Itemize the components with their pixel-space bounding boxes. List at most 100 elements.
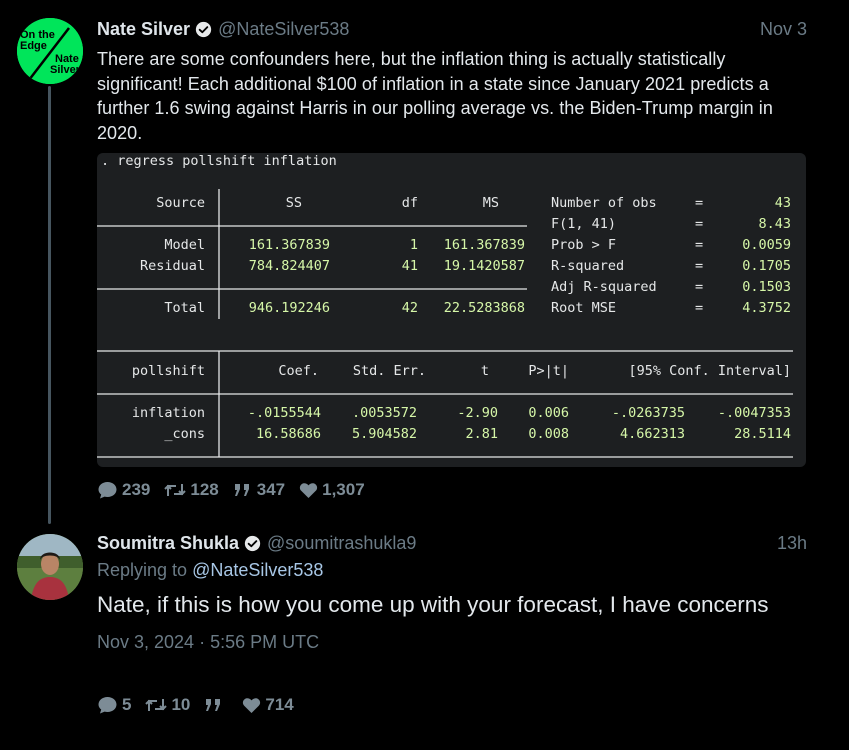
like-button[interactable]: 714 xyxy=(242,695,294,715)
quote-icon xyxy=(206,699,221,711)
coef-p-inflation: 0.006 xyxy=(528,405,569,421)
regression-output: . regress pollshift inflation Source SS … xyxy=(97,153,793,458)
avatar-photo xyxy=(17,534,83,600)
retweet-button[interactable]: 10 xyxy=(145,695,190,715)
tweet-nate-silver[interactable]: Nate Silver @NateSilver538 Nov 3 There a… xyxy=(97,18,807,467)
stat-value-f: 8.43 xyxy=(758,216,791,232)
coef-value-inflation: -.0155544 xyxy=(248,405,321,421)
heart-icon xyxy=(243,697,261,713)
reply-button[interactable]: 239 xyxy=(97,480,150,500)
coef-t-inflation: -2.90 xyxy=(457,405,498,421)
verified-badge-icon xyxy=(244,535,261,551)
tweet2-actions: 5 10 714 xyxy=(97,695,308,715)
stat-label-probf: Prob > F xyxy=(551,237,616,253)
anova-header-source: Source xyxy=(156,195,205,211)
coef-header-depvar: pollshift xyxy=(132,363,205,379)
reply-button[interactable]: 5 xyxy=(97,695,131,715)
retweet-button[interactable]: 128 xyxy=(164,480,219,500)
coef-lo-inflation: -.0263735 xyxy=(612,405,685,421)
anova-ss-total: 946.192246 xyxy=(249,300,330,316)
author-handle[interactable]: @NateSilver538 xyxy=(218,19,349,40)
author-name[interactable]: Nate Silver xyxy=(97,19,190,40)
anova-df-residual: 41 xyxy=(402,258,418,274)
avatar-logo: On the Edge Nate Silver xyxy=(17,18,83,84)
coef-se-cons: 5.904582 xyxy=(352,426,417,442)
stat-value-adjr2: 0.1503 xyxy=(742,279,791,295)
anova-source-total: Total xyxy=(164,300,205,316)
anova-header-ss: SS xyxy=(286,195,302,211)
like-count: 1,307 xyxy=(322,480,365,499)
quote-button[interactable]: 347 xyxy=(233,480,285,500)
quote-button[interactable] xyxy=(204,698,228,712)
retweet-count: 10 xyxy=(171,695,191,714)
reply-icon xyxy=(98,482,117,499)
stat-eq-rmse: = xyxy=(695,300,703,316)
stat-label-nobs: Number of obs xyxy=(551,195,657,211)
anova-ms-total: 22.5283868 xyxy=(444,300,525,316)
avatar-text-2: Edge xyxy=(20,40,47,52)
tweet-header: Soumitra Shukla @soumitrashukla9 13h xyxy=(97,532,807,554)
avatar-nate-silver[interactable]: On the Edge Nate Silver xyxy=(17,18,83,84)
stat-eq-adjr2: = xyxy=(695,279,703,295)
anova-ss-model: 161.367839 xyxy=(249,237,330,253)
coef-var-inflation: inflation xyxy=(132,405,205,421)
stat-eq-r2: = xyxy=(695,258,703,274)
heart-icon xyxy=(300,482,318,498)
tweet-time[interactable]: 13h xyxy=(777,533,807,554)
coef-lo-cons: 4.662313 xyxy=(620,426,685,442)
like-count: 714 xyxy=(265,695,294,714)
stat-eq-f: = xyxy=(695,216,703,232)
retweet-icon xyxy=(164,484,187,496)
coef-hi-cons: 28.5114 xyxy=(734,426,791,442)
replying-handle-link[interactable]: @NateSilver538 xyxy=(192,560,323,580)
stat-label-r2: R-squared xyxy=(551,258,624,274)
tweet-timestamp[interactable]: Nov 3, 2024 · 5:56 PM UTC xyxy=(97,632,807,653)
quote-icon xyxy=(234,484,249,496)
coef-header-p: P>|t| xyxy=(528,363,569,379)
quote-count: 347 xyxy=(256,480,286,499)
tweet-header: Nate Silver @NateSilver538 Nov 3 xyxy=(97,18,807,40)
coef-se-inflation: .0053572 xyxy=(352,405,417,421)
stat-value-r2: 0.1705 xyxy=(742,258,791,274)
anova-df-model: 1 xyxy=(410,237,418,253)
stat-label-rmse: Root MSE xyxy=(551,300,616,316)
console-command: . regress pollshift inflation xyxy=(101,153,337,169)
stat-label-adjr2: Adj R-squared xyxy=(551,279,657,295)
anova-ms-residual: 19.1420587 xyxy=(444,258,525,274)
thread-line xyxy=(48,86,51,524)
stat-value-nobs: 43 xyxy=(775,195,791,211)
anova-header-ms: MS xyxy=(483,195,499,211)
regression-output-image[interactable]: . regress pollshift inflation Source SS … xyxy=(97,153,806,467)
coef-value-cons: 16.58686 xyxy=(256,426,321,442)
tweet-time[interactable]: Nov 3 xyxy=(760,19,807,40)
anova-source-residual: Residual xyxy=(140,258,205,274)
author-name[interactable]: Soumitra Shukla xyxy=(97,533,239,554)
tweet-text: There are some confounders here, but the… xyxy=(97,49,773,143)
coef-header-coef: Coef. xyxy=(278,363,319,379)
retweet-count: 128 xyxy=(190,480,219,499)
anova-header-df: df xyxy=(402,195,418,211)
verified-badge-icon xyxy=(195,21,212,37)
reply-icon xyxy=(98,697,117,714)
avatar-soumitra-shukla[interactable] xyxy=(17,534,83,600)
author-handle[interactable]: @soumitrashukla9 xyxy=(267,533,416,554)
stat-value-probf: 0.0059 xyxy=(742,237,791,253)
replying-prefix: Replying to xyxy=(97,560,188,580)
anova-df-total: 42 xyxy=(402,300,418,316)
retweet-icon xyxy=(145,699,168,711)
anova-source-model: Model xyxy=(164,237,205,253)
coef-header-ci: [95% Conf. Interval] xyxy=(628,363,791,379)
tweet-soumitra-shukla[interactable]: Soumitra Shukla @soumitrashukla9 13h Rep… xyxy=(97,532,807,653)
coef-p-cons: 0.008 xyxy=(528,426,569,442)
coef-t-cons: 2.81 xyxy=(465,426,498,442)
coef-hi-inflation: -.0047353 xyxy=(718,405,791,421)
stat-eq-probf: = xyxy=(695,237,703,253)
like-button[interactable]: 1,307 xyxy=(299,480,365,500)
stat-value-rmse: 4.3752 xyxy=(742,300,791,316)
tweet-text: Nate, if this is how you come up with yo… xyxy=(97,592,769,617)
coef-header-se: Std. Err. xyxy=(353,363,426,379)
reply-count: 5 xyxy=(122,695,132,714)
reply-count: 239 xyxy=(122,480,151,499)
stat-eq-nobs: = xyxy=(695,195,703,211)
anova-ss-residual: 784.824407 xyxy=(249,258,330,274)
